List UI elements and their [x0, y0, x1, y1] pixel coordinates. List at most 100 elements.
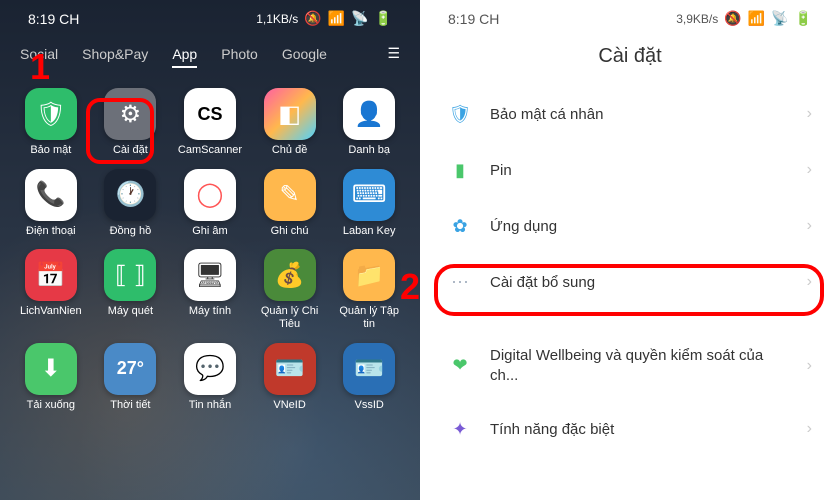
- settings-row-1[interactable]: ▮Pin›: [420, 142, 840, 198]
- phone-home-screen: 8:19 CH 1,1KB/s 🔕 📶 📡 🔋 Social Shop&Pay …: [0, 0, 420, 500]
- network-rate: 3,9KB/s: [676, 12, 718, 26]
- chevron-right-icon: ›: [807, 420, 812, 438]
- app-label: Ghi chú: [271, 225, 309, 238]
- status-bar: 8:19 CH 1,1KB/s 🔕 📶 📡 🔋: [0, 0, 420, 31]
- app-ghi-âm[interactable]: ◯Ghi âm: [173, 169, 247, 238]
- app-label: Đồng hồ: [110, 225, 152, 238]
- app-label: Quản lý Tập tin: [336, 305, 402, 330]
- app-quản-lý-chi-tiêu[interactable]: 💰 Quản lý Chi Tiêu: [253, 249, 327, 330]
- app-icon: 👤: [343, 88, 395, 140]
- app-chủ-đề[interactable]: ◧ Chủ đề: [253, 88, 327, 157]
- tab-google[interactable]: Google: [282, 46, 327, 62]
- row-icon: ✦: [448, 417, 472, 441]
- chevron-right-icon: ›: [807, 357, 812, 375]
- row-label: Bảo mật cá nhân: [490, 106, 789, 123]
- row-icon: ❤: [448, 354, 472, 378]
- app-icon: CS: [184, 88, 236, 140]
- battery-icon: 🔋: [795, 10, 812, 27]
- app-label: Danh bạ: [348, 144, 390, 157]
- app-danh-bạ[interactable]: 👤 Danh bạ: [332, 88, 406, 157]
- app-label: Tin nhắn: [189, 399, 231, 412]
- settings-row-4[interactable]: ❤ Digital Wellbeing và quyền kiểm soát củ…: [420, 330, 840, 401]
- settings-row-5[interactable]: ✦ Tính năng đặc biệt ›: [420, 401, 840, 457]
- phone-settings-screen: 8:19 CH 3,9KB/s 🔕 📶 📡 🔋 Cài đặt 🛡Bảo mật…: [420, 0, 840, 500]
- menu-icon[interactable]: ☰: [387, 45, 400, 62]
- app-icon: ⚙: [104, 88, 156, 140]
- dnd-icon: 🔕: [724, 10, 741, 27]
- chevron-right-icon: ›: [807, 161, 812, 179]
- row-label: Cài đặt bổ sung: [490, 274, 789, 291]
- app-label: Chủ đề: [272, 144, 307, 157]
- page-title: Cài đặt: [420, 31, 840, 86]
- settings-list: 🛡Bảo mật cá nhân›▮Pin›✿Ứng dụng›⋯Cài đặt…: [420, 86, 840, 457]
- status-icons: 3,9KB/s 🔕 📶 📡 🔋: [676, 10, 812, 27]
- wifi-icon: 📡: [351, 10, 368, 27]
- tab-app[interactable]: App: [172, 46, 197, 62]
- app-điện-thoại[interactable]: 📞 Điện thoại: [14, 169, 88, 238]
- app-label: CamScanner: [178, 144, 242, 157]
- row-label: Digital Wellbeing và quyền kiểm soát của…: [490, 346, 789, 385]
- app-icon: 🕐: [104, 169, 156, 221]
- row-label: Ứng dụng: [490, 218, 789, 235]
- battery-icon: 🔋: [375, 10, 392, 27]
- app-icon: 📅: [25, 249, 77, 301]
- tab-photo[interactable]: Photo: [221, 46, 258, 62]
- annotation-1: 1: [30, 46, 50, 88]
- app-label: Cài đặt: [113, 144, 148, 157]
- signal-icon: 📶: [748, 10, 765, 27]
- app-máy-tính[interactable]: 🖥 Máy tính: [173, 249, 247, 330]
- app-icon: ◧: [264, 88, 316, 140]
- app-laban-key[interactable]: ⌨ Laban Key: [332, 169, 406, 238]
- app-camscanner[interactable]: CS CamScanner: [173, 88, 247, 157]
- app-máy-quét[interactable]: ⟦ ⟧ Máy quét: [94, 249, 168, 330]
- app-tin-nhắn[interactable]: 💬 Tin nhắn: [173, 343, 247, 412]
- app-label: Điện thoại: [26, 225, 76, 238]
- app-label: LichVanNien: [20, 305, 82, 318]
- status-time: 8:19 CH: [448, 11, 499, 27]
- status-icons: 1,1KB/s 🔕 📶 📡 🔋: [256, 10, 392, 27]
- app-label: VNeID: [273, 399, 305, 412]
- app-lichvannien[interactable]: 📅 LichVanNien: [14, 249, 88, 330]
- app-label: Máy quét: [108, 305, 153, 318]
- app-icon: 📁: [343, 249, 395, 301]
- app-icon: ⬇: [25, 343, 77, 395]
- dnd-icon: 🔕: [304, 10, 321, 27]
- app-vneid[interactable]: 🪪 VNeID: [253, 343, 327, 412]
- app-icon: 🪪: [264, 343, 316, 395]
- chevron-right-icon: ›: [807, 105, 812, 123]
- app-label: VssID: [355, 399, 384, 412]
- annotation-2: 2: [400, 266, 420, 308]
- app-label: Máy tính: [189, 305, 231, 318]
- app-cài-đặt[interactable]: ⚙ Cài đặt: [94, 88, 168, 157]
- network-rate: 1,1KB/s: [256, 12, 298, 26]
- chevron-right-icon: ›: [807, 273, 812, 291]
- app-đồng-hồ[interactable]: 🕐 Đồng hồ: [94, 169, 168, 238]
- app-tải-xuống[interactable]: ⬇ Tải xuống: [14, 343, 88, 412]
- settings-row-0[interactable]: 🛡Bảo mật cá nhân›: [420, 86, 840, 142]
- row-icon: ✿: [448, 214, 472, 238]
- app-label: Laban Key: [343, 225, 396, 238]
- chevron-right-icon: ›: [807, 217, 812, 235]
- wifi-icon: 📡: [771, 10, 788, 27]
- tab-shop-pay[interactable]: Shop&Pay: [82, 46, 148, 62]
- app-icon: ⟦ ⟧: [104, 249, 156, 301]
- app-icon: 💰: [264, 249, 316, 301]
- settings-row-3[interactable]: ⋯ Cài đặt bổ sung ›: [420, 254, 840, 310]
- app-vssid[interactable]: 🪪VssID: [332, 343, 406, 412]
- app-icon: 💬: [184, 343, 236, 395]
- app-ghi-chú[interactable]: ✎Ghi chú: [253, 169, 327, 238]
- settings-row-2[interactable]: ✿ Ứng dụng ›: [420, 198, 840, 254]
- app-label: Tải xuống: [27, 399, 75, 412]
- app-icon: 27°: [104, 343, 156, 395]
- app-icon: ⌨: [343, 169, 395, 221]
- app-icon: 🛡: [25, 88, 77, 140]
- app-bảo-mật[interactable]: 🛡Bảo mật: [14, 88, 88, 157]
- app-icon: 🖥: [184, 249, 236, 301]
- row-label: Tính năng đặc biệt: [490, 421, 789, 438]
- app-thời-tiết[interactable]: 27°Thời tiết: [94, 343, 168, 412]
- row-icon: ⋯: [448, 270, 472, 294]
- app-quản-lý-tập-tin[interactable]: 📁 Quản lý Tập tin: [332, 249, 406, 330]
- app-label: Quản lý Chi Tiêu: [257, 305, 323, 330]
- app-icon: 📞: [25, 169, 77, 221]
- app-grid: 🛡Bảo mật ⚙ Cài đặt CS CamScanner ◧ Chủ đề 👤 Danh…: [0, 72, 420, 427]
